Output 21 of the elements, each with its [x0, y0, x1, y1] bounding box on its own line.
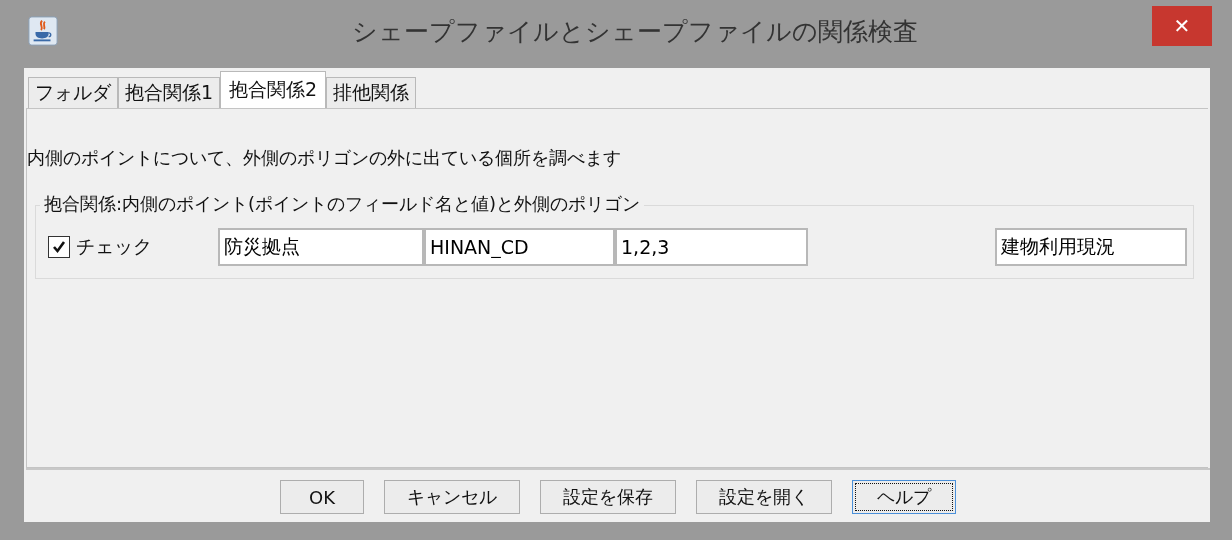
text-field[interactable]: 建物利用現況	[995, 228, 1187, 266]
description-text: 内側のポイントについて、外側のポリゴンの外に出ている個所を調べます	[27, 146, 622, 170]
tab[interactable]: 抱合関係1	[118, 77, 221, 108]
dialog-button[interactable]: 設定を開く	[696, 480, 832, 514]
group-title: 抱合関係:内側のポイント(ポイントのフィールド名と値)と外側のポリゴン	[40, 192, 645, 216]
tab[interactable]: 抱合関係2	[220, 71, 327, 108]
dialog-button[interactable]: キャンセル	[384, 480, 520, 514]
checkmark-icon	[51, 239, 67, 255]
text-field[interactable]: HINAN_CD	[424, 228, 615, 266]
dialog-button[interactable]: OK	[280, 480, 364, 514]
window-title: シェープファイルとシェープファイルの関係検査	[351, 15, 919, 48]
tab[interactable]: フォルダ	[28, 77, 118, 108]
text-field[interactable]: 防災拠点	[218, 228, 424, 266]
close-button[interactable]: ✕	[1152, 6, 1212, 46]
dialog-button[interactable]: 設定を保存	[540, 480, 676, 514]
tab[interactable]: 排他関係	[326, 77, 417, 108]
cup-icon	[28, 16, 58, 46]
text-field[interactable]: 1,2,3	[615, 228, 808, 266]
checkbox-label: チェック	[76, 234, 152, 259]
dialog-button[interactable]: ヘルプ	[852, 480, 956, 514]
checkbox[interactable]	[48, 236, 70, 258]
